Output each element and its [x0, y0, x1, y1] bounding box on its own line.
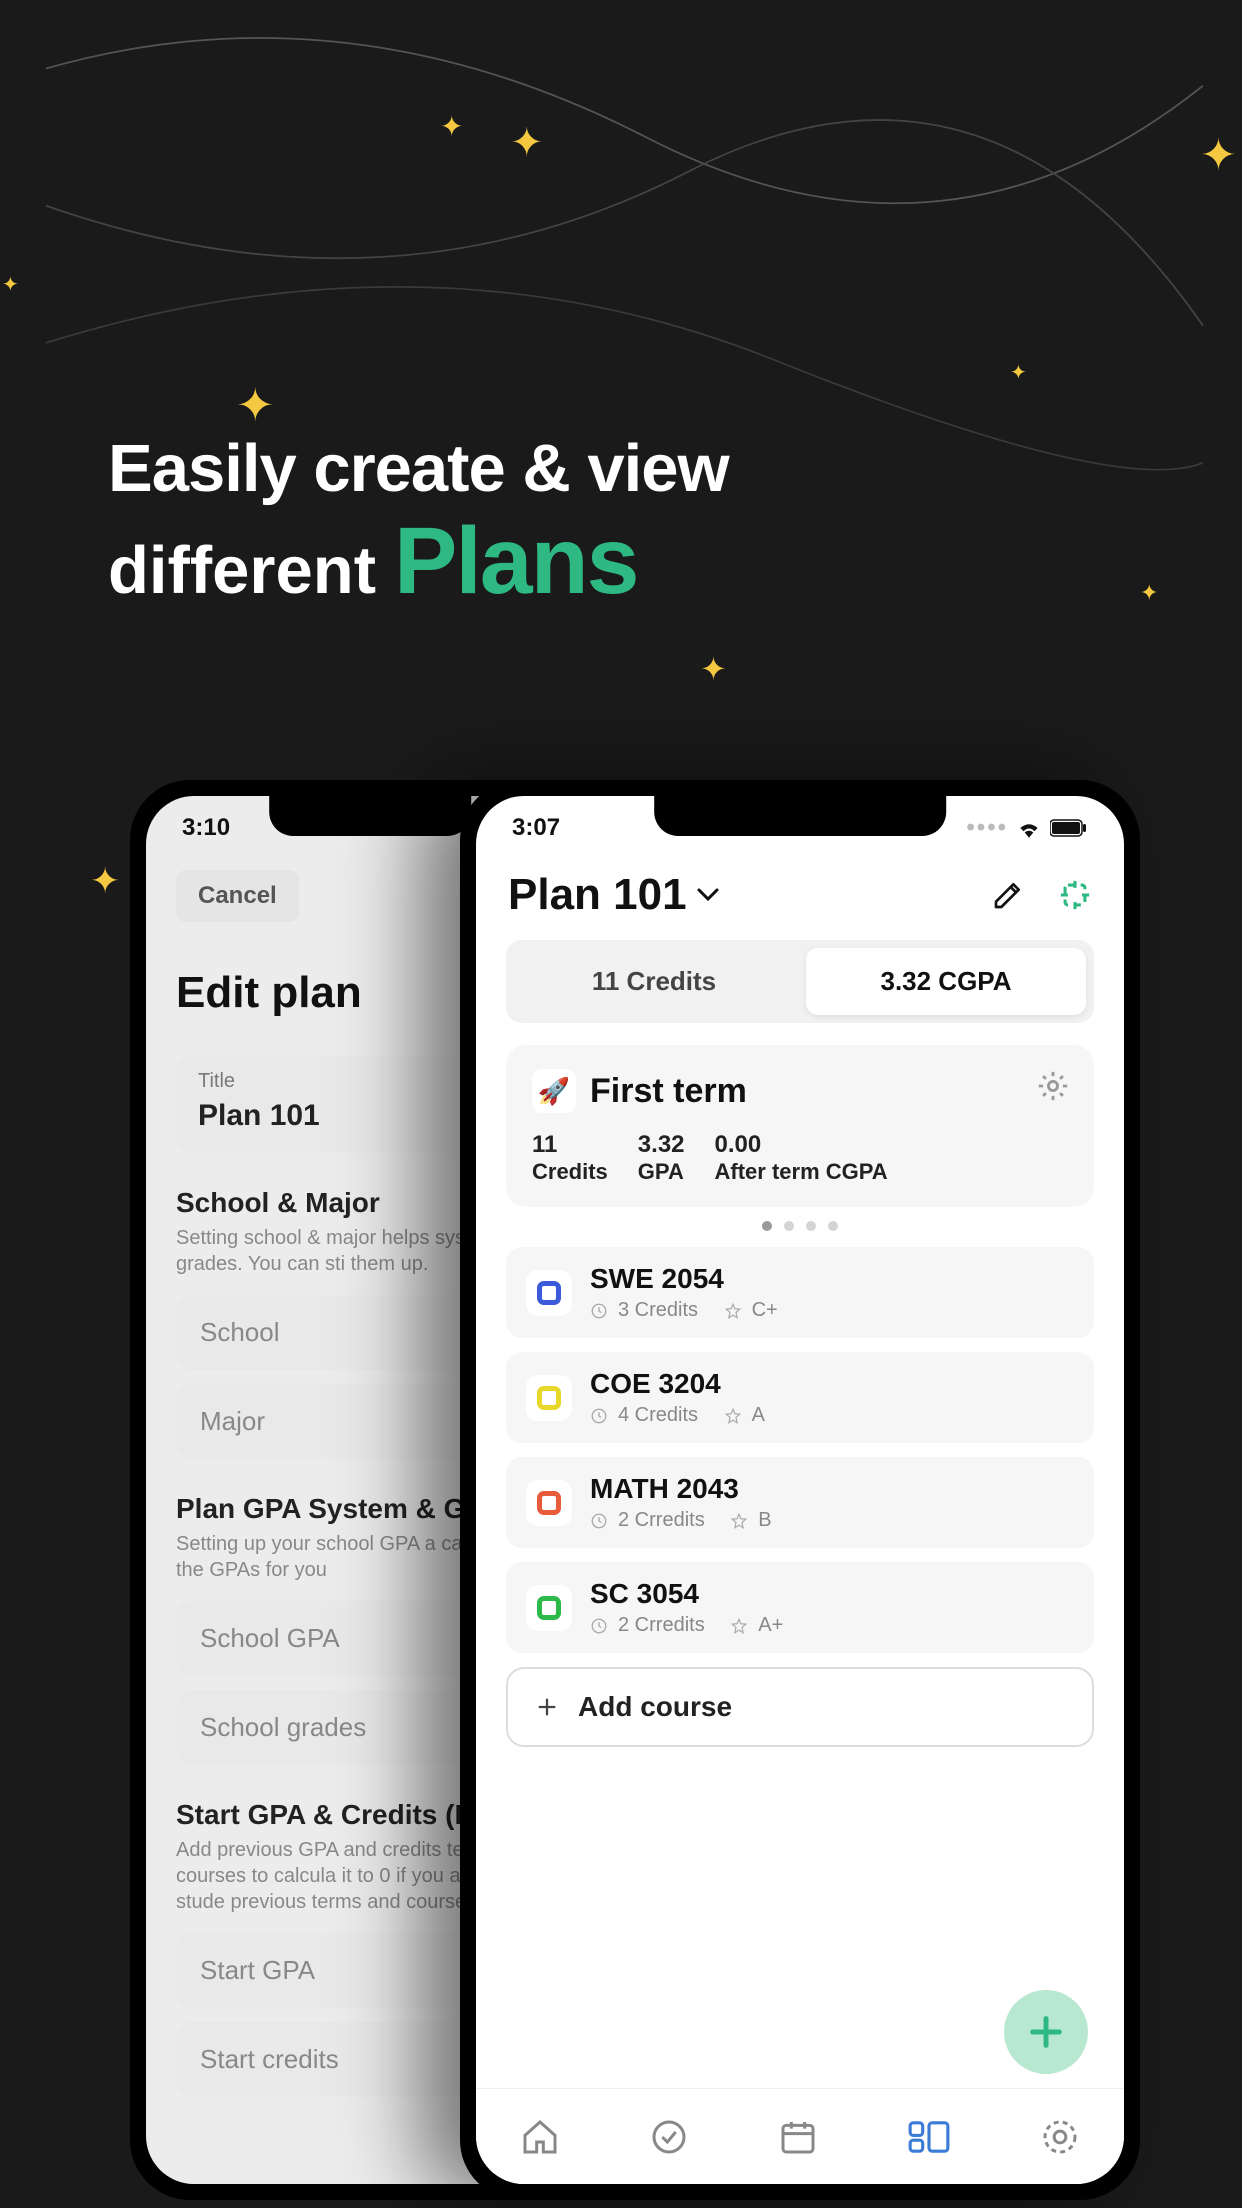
star-icon: ✦ [236, 378, 275, 432]
course-meta: 3 Credits C+ [590, 1299, 778, 1322]
grid-icon [907, 2117, 951, 2157]
plan-name: Plan 101 [508, 870, 687, 920]
plus-icon [536, 1696, 558, 1718]
star-icon [724, 1407, 742, 1425]
term-credits-val: 11 [532, 1131, 608, 1159]
notch [654, 796, 946, 836]
tab-home[interactable] [520, 2117, 560, 2157]
course-color-badge [526, 1375, 572, 1421]
page-indicator [476, 1221, 1124, 1231]
course-name: SWE 2054 [590, 1263, 778, 1295]
star-icon: ✦ [2, 272, 19, 297]
course-grade: A [752, 1404, 765, 1427]
term-gpa-val: 3.32 [638, 1131, 685, 1159]
course-name: SC 3054 [590, 1578, 783, 1610]
star-icon: ✦ [700, 650, 727, 688]
course-name: COE 3204 [590, 1368, 765, 1400]
rocket-icon: 🚀 [532, 1069, 576, 1113]
sync-icon[interactable] [1058, 878, 1092, 912]
course-credits: 3 Credits [618, 1299, 698, 1322]
battery-icon [1050, 819, 1088, 837]
phone-front: 3:07 •••• Plan 101 11 Credits 3.32 CGPA [460, 780, 1140, 2200]
course-meta: 4 Credits A [590, 1404, 765, 1427]
gear-icon[interactable] [1036, 1069, 1070, 1103]
star-icon: ✦ [1200, 130, 1237, 181]
headline-line1: Easily create & view [108, 430, 729, 507]
course-grade: A+ [758, 1614, 783, 1637]
segment-cgpa[interactable]: 3.32 CGPA [806, 948, 1086, 1015]
tab-tasks[interactable] [649, 2117, 689, 2157]
fab-add-button[interactable] [1004, 1990, 1088, 2074]
star-icon [724, 1302, 742, 1320]
status-time: 3:10 [182, 814, 230, 842]
star-icon: ✦ [1010, 360, 1027, 385]
term-card[interactable]: 🚀 First term 11 Credits 3.32 GPA 0.00 Af… [506, 1045, 1094, 1207]
segment-control: 11 Credits 3.32 CGPA [506, 940, 1094, 1023]
calendar-icon [778, 2117, 818, 2157]
home-icon [520, 2117, 560, 2157]
settings-icon [1040, 2117, 1080, 2157]
plus-icon [1026, 2012, 1066, 2052]
course-row[interactable]: MATH 2043 2 Crredits B [506, 1457, 1094, 1548]
plan-title-dropdown[interactable]: Plan 101 [508, 870, 719, 920]
course-credits: 4 Credits [618, 1404, 698, 1427]
star-icon: ✦ [90, 860, 120, 902]
term-credits-lab: Credits [532, 1159, 608, 1185]
star-icon: ✦ [1140, 580, 1158, 606]
course-credits: 2 Crredits [618, 1614, 705, 1637]
term-gpa-lab: GPA [638, 1159, 685, 1185]
course-meta: 2 Crredits A+ [590, 1614, 783, 1637]
course-row[interactable]: COE 3204 4 Credits A [506, 1352, 1094, 1443]
star-icon: ✦ [510, 120, 544, 166]
course-color-badge [526, 1480, 572, 1526]
course-grade: C+ [752, 1299, 778, 1322]
segment-credits[interactable]: 11 Credits [514, 948, 794, 1015]
clock-icon [590, 1407, 608, 1425]
add-course-label: Add course [578, 1691, 732, 1723]
star-icon: ✦ [440, 110, 463, 143]
tab-bar [476, 2088, 1124, 2184]
course-row[interactable]: SC 3054 2 Crredits A+ [506, 1562, 1094, 1653]
headline: Easily create & view different Plans [108, 430, 729, 616]
star-icon [730, 1617, 748, 1635]
course-name: MATH 2043 [590, 1473, 772, 1505]
cancel-button[interactable]: Cancel [176, 870, 299, 922]
term-after-lab: After term CGPA [715, 1159, 888, 1185]
notch [269, 796, 471, 836]
edit-icon[interactable] [992, 879, 1024, 911]
tab-plans[interactable] [907, 2117, 951, 2157]
clock-icon [590, 1302, 608, 1320]
wifi-icon [1016, 818, 1042, 838]
cellular-icon: •••• [966, 814, 1008, 842]
clock-icon [590, 1512, 608, 1530]
add-course-button[interactable]: Add course [506, 1667, 1094, 1747]
course-meta: 2 Crredits B [590, 1509, 772, 1532]
term-after-val: 0.00 [715, 1131, 888, 1159]
term-name: First term [590, 1072, 747, 1111]
clock-icon [590, 1617, 608, 1635]
course-credits: 2 Crredits [618, 1509, 705, 1532]
star-icon [730, 1512, 748, 1530]
status-time: 3:07 [512, 814, 560, 842]
chevron-down-icon [697, 888, 719, 902]
tab-settings[interactable] [1040, 2117, 1080, 2157]
course-color-badge [526, 1270, 572, 1316]
headline-line2a: different [108, 532, 376, 609]
course-color-badge [526, 1585, 572, 1631]
tab-calendar[interactable] [778, 2117, 818, 2157]
course-row[interactable]: SWE 2054 3 Credits C+ [506, 1247, 1094, 1338]
check-circle-icon [649, 2117, 689, 2157]
course-grade: B [758, 1509, 771, 1532]
headline-line2b: Plans [394, 507, 637, 616]
